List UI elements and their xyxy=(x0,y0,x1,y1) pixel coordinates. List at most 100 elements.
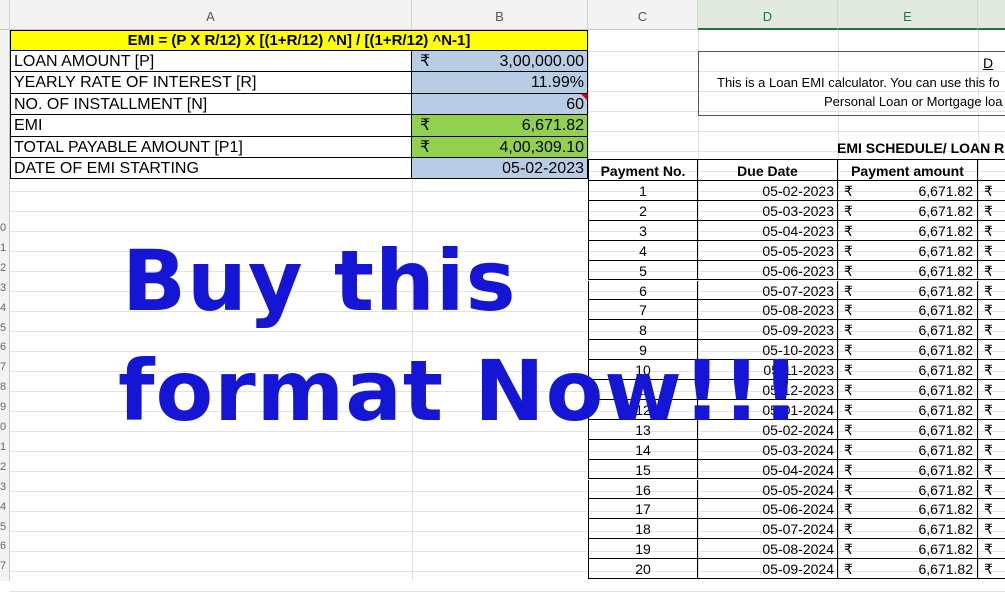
formula-header[interactable]: EMI = (P X R/12) X [(1+R/12) ^N] / [(1+R… xyxy=(10,30,588,51)
comment-indicator[interactable] xyxy=(581,93,587,100)
due-date-cell[interactable]: 05-05-2023 xyxy=(698,240,838,261)
due-date-cell[interactable]: 05-03-2023 xyxy=(698,200,838,221)
column-header-c[interactable]: C xyxy=(588,0,698,30)
payment-amount-cell[interactable]: ₹6,671.82 xyxy=(838,260,978,281)
select-all-corner[interactable] xyxy=(0,0,10,30)
due-date-cell[interactable]: 05-04-2024 xyxy=(698,459,838,480)
due-date-cell[interactable]: 05-09-2023 xyxy=(698,320,838,341)
payment-amount-cell[interactable]: ₹6,671.82 xyxy=(838,220,978,241)
payment-no-cell[interactable]: 20 xyxy=(588,559,698,579)
row-number[interactable]: 0 xyxy=(0,222,10,234)
due-date-cell[interactable]: 05-04-2023 xyxy=(698,220,838,241)
payment-amount-cell[interactable]: ₹6,671.82 xyxy=(838,360,978,380)
next-column-cell[interactable]: ₹ xyxy=(978,201,1005,221)
schedule-header[interactable]: Payment amount xyxy=(838,159,978,181)
column-header-f[interactable] xyxy=(978,0,1005,30)
next-column-cell[interactable]: ₹ xyxy=(978,460,1005,480)
column-header-d[interactable]: D xyxy=(698,0,838,30)
next-column-cell[interactable]: ₹ xyxy=(978,380,1005,400)
due-date-cell[interactable]: 05-07-2024 xyxy=(698,519,838,540)
next-column-cell[interactable]: ₹ xyxy=(978,360,1005,380)
row-number[interactable]: 2 xyxy=(0,262,10,274)
payment-amount-cell[interactable]: ₹6,671.82 xyxy=(838,240,978,261)
column-header-a[interactable]: A xyxy=(10,0,412,30)
due-date-cell[interactable]: 05-09-2024 xyxy=(698,559,838,579)
input-value-cell[interactable]: 11.99% xyxy=(412,72,588,94)
schedule-header-extra[interactable] xyxy=(978,159,1005,181)
next-column-cell[interactable]: ₹ xyxy=(978,400,1005,420)
schedule-header[interactable]: Payment No. xyxy=(588,159,698,181)
input-label[interactable]: YEARLY RATE OF INTEREST [R] xyxy=(10,72,412,94)
row-number[interactable]: 5 xyxy=(0,521,10,533)
payment-amount-cell[interactable]: ₹6,671.82 xyxy=(838,479,978,500)
row-number[interactable]: 4 xyxy=(0,501,10,513)
next-column-cell[interactable]: ₹ xyxy=(978,559,1005,579)
payment-amount-cell[interactable]: ₹6,671.82 xyxy=(838,181,978,201)
row-number[interactable]: 3 xyxy=(0,481,10,493)
payment-no-cell[interactable]: 3 xyxy=(588,220,698,241)
payment-amount-cell[interactable]: ₹6,671.82 xyxy=(838,459,978,480)
schedule-header[interactable]: Due Date xyxy=(698,159,838,181)
row-number[interactable]: 9 xyxy=(0,401,10,413)
input-value-cell[interactable]: 05-02-2023 xyxy=(412,158,588,180)
due-date-cell[interactable]: 05-05-2024 xyxy=(698,479,838,500)
input-label[interactable]: NO. OF INSTALLMENT [N] xyxy=(10,93,412,116)
input-label[interactable]: TOTAL PAYABLE AMOUNT [P1] xyxy=(10,136,412,158)
payment-amount-cell[interactable]: ₹6,671.82 xyxy=(838,380,978,400)
payment-no-cell[interactable]: 19 xyxy=(588,539,698,560)
row-number[interactable]: 3 xyxy=(0,282,10,294)
due-date-cell[interactable]: 05-06-2023 xyxy=(698,260,838,281)
next-column-cell[interactable]: ₹ xyxy=(978,281,1005,301)
next-column-cell[interactable]: ₹ xyxy=(978,241,1005,261)
row-number[interactable]: 5 xyxy=(0,322,10,334)
payment-amount-cell[interactable]: ₹6,671.82 xyxy=(838,419,978,440)
next-column-cell[interactable]: ₹ xyxy=(978,440,1005,460)
input-value-cell[interactable]: ₹3,00,000.00 xyxy=(412,51,588,73)
payment-no-cell[interactable]: 8 xyxy=(588,320,698,341)
due-date-cell[interactable]: 05-06-2024 xyxy=(698,499,838,520)
column-header-e[interactable]: E xyxy=(838,0,978,30)
due-date-cell[interactable]: 05-02-2023 xyxy=(698,181,838,201)
payment-no-cell[interactable]: 7 xyxy=(588,300,698,321)
next-column-cell[interactable]: ₹ xyxy=(978,519,1005,540)
row-number[interactable]: 6 xyxy=(0,540,10,552)
next-column-cell[interactable]: ₹ xyxy=(978,261,1005,281)
next-column-cell[interactable]: ₹ xyxy=(978,539,1005,560)
input-label[interactable]: LOAN AMOUNT [P] xyxy=(10,51,412,73)
due-date-cell[interactable]: 05-08-2024 xyxy=(698,539,838,560)
payment-no-cell[interactable]: 17 xyxy=(588,499,698,520)
payment-amount-cell[interactable]: ₹6,671.82 xyxy=(838,499,978,520)
next-column-cell[interactable]: ₹ xyxy=(978,181,1005,201)
next-column-cell[interactable]: ₹ xyxy=(978,420,1005,440)
payment-no-cell[interactable]: 16 xyxy=(588,479,698,500)
payment-amount-cell[interactable]: ₹6,671.82 xyxy=(838,320,978,341)
row-number[interactable]: 1 xyxy=(0,242,10,254)
input-value-cell[interactable]: 60 xyxy=(412,93,588,116)
payment-no-cell[interactable]: 14 xyxy=(588,439,698,460)
input-value-cell[interactable]: ₹6,671.82 xyxy=(412,115,588,137)
payment-no-cell[interactable]: 18 xyxy=(588,519,698,540)
next-column-cell[interactable]: ₹ xyxy=(978,499,1005,520)
next-column-cell[interactable]: ₹ xyxy=(978,340,1005,361)
input-value-cell[interactable]: ₹4,00,309.10 xyxy=(412,136,588,158)
column-header-b[interactable]: B xyxy=(412,0,588,30)
payment-amount-cell[interactable]: ₹6,671.82 xyxy=(838,340,978,361)
next-column-cell[interactable]: ₹ xyxy=(978,480,1005,500)
due-date-cell[interactable]: 05-07-2023 xyxy=(698,280,838,301)
payment-amount-cell[interactable]: ₹6,671.82 xyxy=(838,200,978,221)
payment-amount-cell[interactable]: ₹6,671.82 xyxy=(838,539,978,560)
row-number[interactable]: 8 xyxy=(0,381,10,393)
payment-no-cell[interactable]: 1 xyxy=(588,181,698,201)
description-box[interactable]: D This is a Loan EMI calculator. You can… xyxy=(698,51,1005,116)
payment-amount-cell[interactable]: ₹6,671.82 xyxy=(838,399,978,420)
payment-no-cell[interactable]: 4 xyxy=(588,240,698,261)
row-number[interactable]: 6 xyxy=(0,341,10,353)
payment-no-cell[interactable]: 5 xyxy=(588,260,698,281)
payment-no-cell[interactable]: 15 xyxy=(588,459,698,480)
row-number[interactable]: 4 xyxy=(0,302,10,314)
input-label[interactable]: DATE OF EMI STARTING xyxy=(10,158,412,180)
input-label[interactable]: EMI xyxy=(10,115,412,137)
payment-amount-cell[interactable]: ₹6,671.82 xyxy=(838,280,978,301)
row-number[interactable]: 7 xyxy=(0,361,10,373)
payment-no-cell[interactable]: 6 xyxy=(588,280,698,301)
